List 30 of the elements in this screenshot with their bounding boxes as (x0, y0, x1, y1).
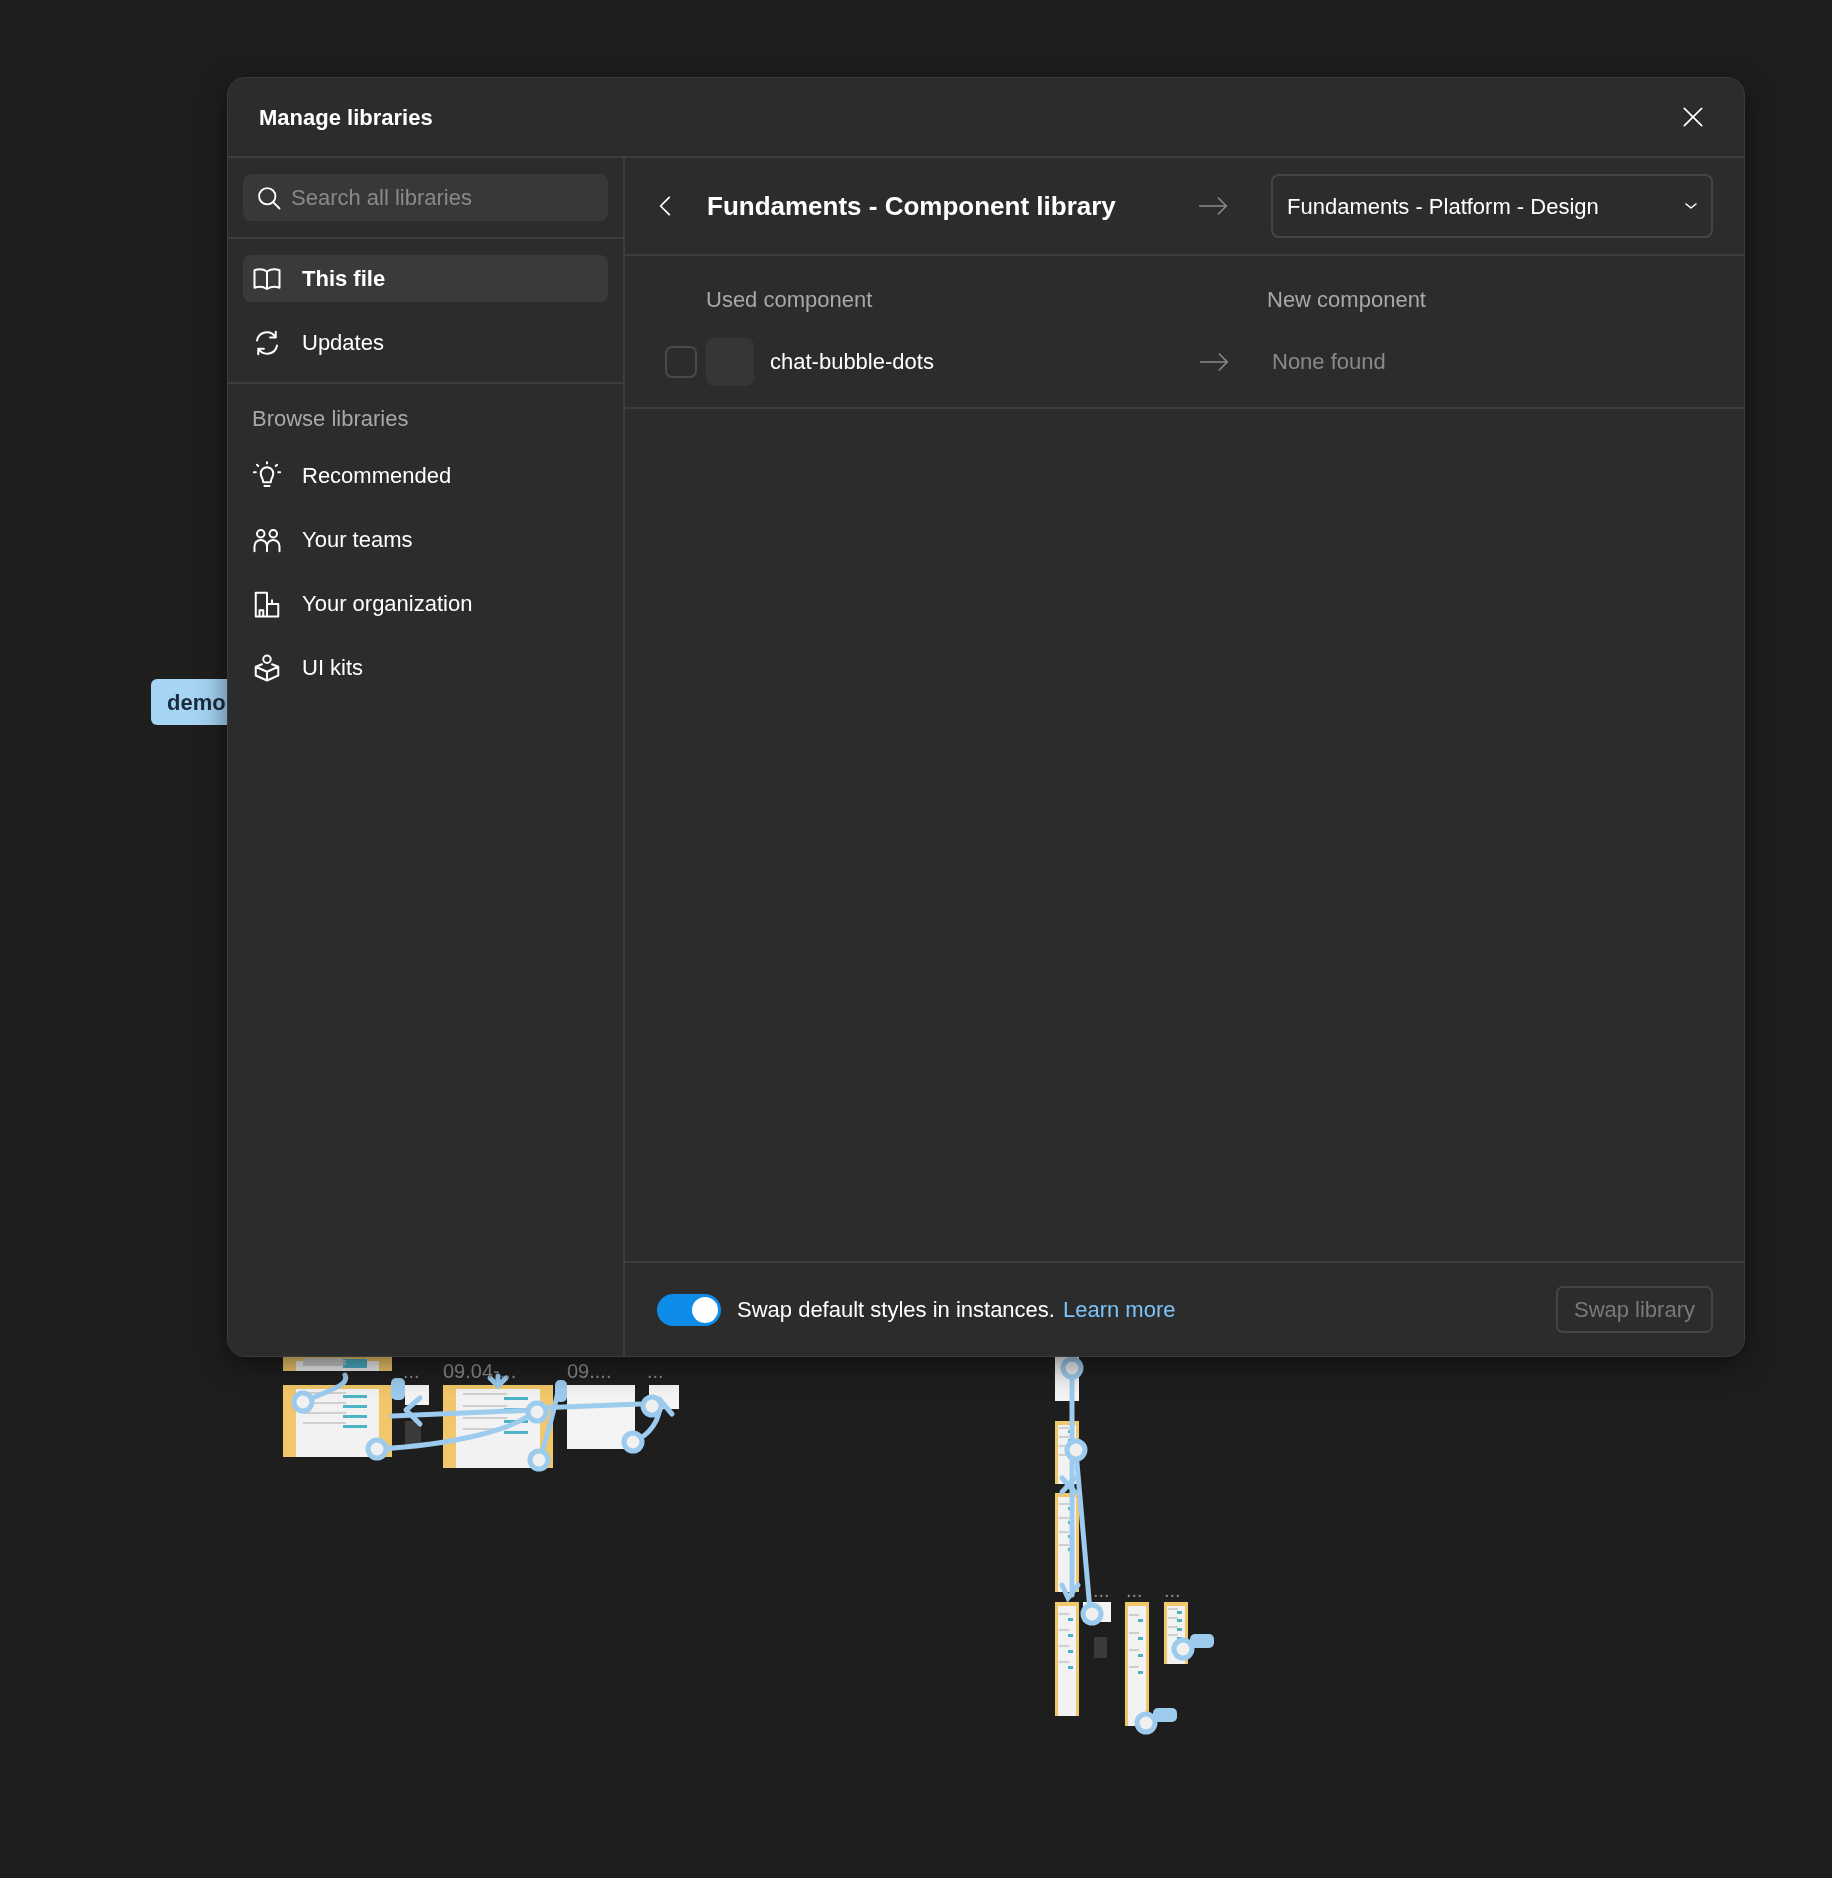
toggle-label: Swap default styles in instances. (737, 1296, 1055, 1324)
learn-more-link[interactable]: Learn more (1062, 1293, 1176, 1326)
frame-label: 09.... (567, 1361, 612, 1381)
library-dropdown[interactable]: Fundaments - Platform - Design (1271, 174, 1713, 238)
replacement-text: None found (1272, 348, 1386, 376)
search-field[interactable]: Search all libraries (243, 174, 608, 221)
checkbox[interactable] (665, 345, 697, 378)
sidebar-item[interactable]: Recommended (243, 452, 608, 499)
sidebar-item[interactable]: Your teams (243, 516, 608, 563)
frame-label: ... (403, 1361, 420, 1381)
frame-label: ... (1093, 1580, 1110, 1600)
column-header: Used component (706, 286, 874, 314)
box-icon (252, 652, 282, 683)
component-name: chat-bubble-dots (770, 348, 935, 376)
frame-label: ... (1126, 1580, 1143, 1600)
frame-label: ... (1164, 1580, 1181, 1600)
frame-label: 09.04-... (443, 1361, 517, 1381)
toggle-switch[interactable] (657, 1293, 721, 1326)
sidebar-item[interactable]: Your organization (243, 580, 608, 627)
search-icon (255, 184, 283, 212)
frame-label: ... (647, 1361, 664, 1381)
chevron-down-icon (1685, 203, 1697, 209)
sidebar-item[interactable]: This file (243, 255, 608, 302)
section-heading: Browse libraries (251, 405, 410, 433)
connector-handle (1171, 1634, 1214, 1661)
sidebar-item[interactable]: Updates (243, 319, 608, 366)
connector-handle (1134, 1708, 1177, 1735)
library-name: Fundaments - Component library (707, 189, 1117, 223)
dialog-title: Manage libraries (259, 103, 433, 132)
column-header: New component (1267, 286, 1426, 314)
